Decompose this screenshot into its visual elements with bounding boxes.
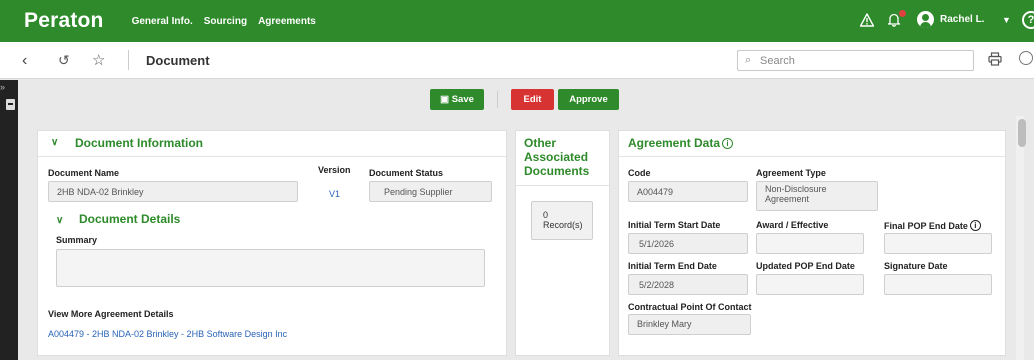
document-details-header[interactable]: Document Details [79, 212, 180, 226]
start-date-field[interactable]: 5/1/2026 [628, 233, 748, 254]
version-label: Version [318, 165, 351, 175]
top-navbar: Peraton General Info. Sourcing Agreement… [0, 0, 1034, 42]
section-divider [516, 185, 609, 186]
records-label: Record(s) [543, 220, 583, 230]
agreement-type-label: Agreement Type [756, 168, 826, 178]
caret-down-icon[interactable]: ▼ [1002, 15, 1011, 25]
final-pop-end-date-text: Final POP End Date [884, 221, 968, 231]
section-divider [38, 156, 506, 157]
summary-label: Summary [56, 235, 98, 245]
action-divider [497, 91, 498, 108]
nav-general-info[interactable]: General Info. [132, 16, 193, 27]
signature-date-label: Signature Date [884, 261, 948, 271]
nav-sourcing[interactable]: Sourcing [204, 16, 247, 27]
left-rail [0, 80, 18, 360]
view-more-label: View More Agreement Details [48, 309, 174, 319]
document-name-label: Document Name [48, 168, 120, 178]
document-name-field[interactable]: 2HB NDA-02 Brinkley [48, 181, 298, 202]
signature-date-field[interactable] [884, 274, 992, 295]
end-date-field[interactable]: 5/2/2028 [628, 274, 748, 295]
search-input[interactable] [760, 53, 960, 68]
section-divider [619, 156, 1005, 157]
approve-button[interactable]: Approve [558, 89, 619, 110]
agreement-data-title: Agreement Data [628, 136, 721, 150]
agreement-data-header[interactable]: Agreement Data i [628, 136, 734, 150]
document-rail-icon[interactable] [6, 99, 15, 110]
version-link[interactable]: V1 [329, 189, 340, 199]
other-documents-header-line: Associated [524, 150, 589, 164]
search-box[interactable]: ⌕ [737, 50, 974, 71]
document-information-panel [37, 130, 507, 356]
contact-field: Brinkley Mary [628, 314, 751, 335]
user-name[interactable]: Rachel L. [940, 14, 984, 25]
final-pop-end-date-label: Final POP End Date i [884, 220, 981, 231]
document-status-field: Pending Supplier [369, 181, 492, 202]
award-effective-field[interactable] [756, 233, 864, 254]
expand-rail-icon[interactable]: » [0, 82, 5, 92]
user-avatar-icon[interactable] [917, 11, 934, 28]
code-field: A004479 [628, 181, 748, 202]
chevron-down-icon[interactable]: ∨ [51, 137, 58, 148]
other-documents-header-line: Documents [524, 164, 590, 178]
page-title: Document [146, 53, 210, 68]
save-disk-icon: ▣ [440, 94, 450, 105]
end-date-label: Initial Term End Date [628, 261, 717, 271]
final-pop-end-date-field[interactable] [884, 233, 992, 254]
other-documents-header[interactable]: Other Associated Documents [524, 136, 589, 178]
back-arrow-icon[interactable]: ‹ [22, 52, 27, 70]
contact-label: Contractual Point Of Contact [628, 302, 752, 312]
info-icon[interactable]: i [969, 220, 981, 231]
save-button-label: Save [451, 94, 474, 105]
warning-icon[interactable] [860, 13, 874, 27]
history-icon[interactable]: ↺ [58, 52, 70, 69]
help-icon[interactable]: ? [1022, 11, 1034, 29]
code-label: Code [628, 168, 651, 178]
start-date-label: Initial Term Start Date [628, 220, 721, 230]
toolbar-divider [128, 50, 129, 70]
print-icon[interactable] [988, 52, 1002, 66]
clock-icon[interactable] [1019, 51, 1033, 65]
page-toolbar: ‹ ↺ ☆ Document ⌕ [0, 42, 1034, 79]
other-documents-header-line: Other [524, 136, 557, 150]
chevron-down-icon[interactable]: ∨ [56, 215, 63, 226]
top-nav: General Info. Sourcing Agreements [132, 16, 316, 27]
brand-logo[interactable]: Peraton [24, 9, 104, 33]
save-button[interactable]: ▣ Save [430, 89, 484, 110]
agreement-type-value: Agreement [765, 194, 810, 204]
updated-pop-end-date-field[interactable] [756, 274, 864, 295]
summary-textarea[interactable] [56, 249, 485, 287]
award-effective-label: Award / Effective [756, 220, 829, 230]
notification-dot [899, 10, 906, 17]
records-count: 0 [543, 210, 549, 220]
search-icon: ⌕ [745, 54, 752, 66]
records-count-box[interactable]: 0 Record(s) [531, 201, 593, 240]
agreement-type-value: Non-Disclosure [765, 184, 827, 194]
scrollbar-thumb[interactable] [1018, 119, 1026, 147]
document-information-header[interactable]: Document Information [75, 136, 203, 150]
page-scrollbar[interactable] [1016, 116, 1024, 360]
agreement-type-field: Non-Disclosure Agreement [756, 181, 878, 211]
edit-button[interactable]: Edit [511, 89, 554, 110]
nav-agreements[interactable]: Agreements [258, 16, 316, 27]
star-icon[interactable]: ☆ [92, 51, 105, 69]
updated-pop-end-date-label: Updated POP End Date [756, 261, 855, 271]
info-icon[interactable]: i [722, 138, 734, 149]
agreement-details-link[interactable]: A004479 - 2HB NDA-02 Brinkley - 2HB Soft… [48, 329, 287, 339]
document-status-label: Document Status [369, 168, 444, 178]
